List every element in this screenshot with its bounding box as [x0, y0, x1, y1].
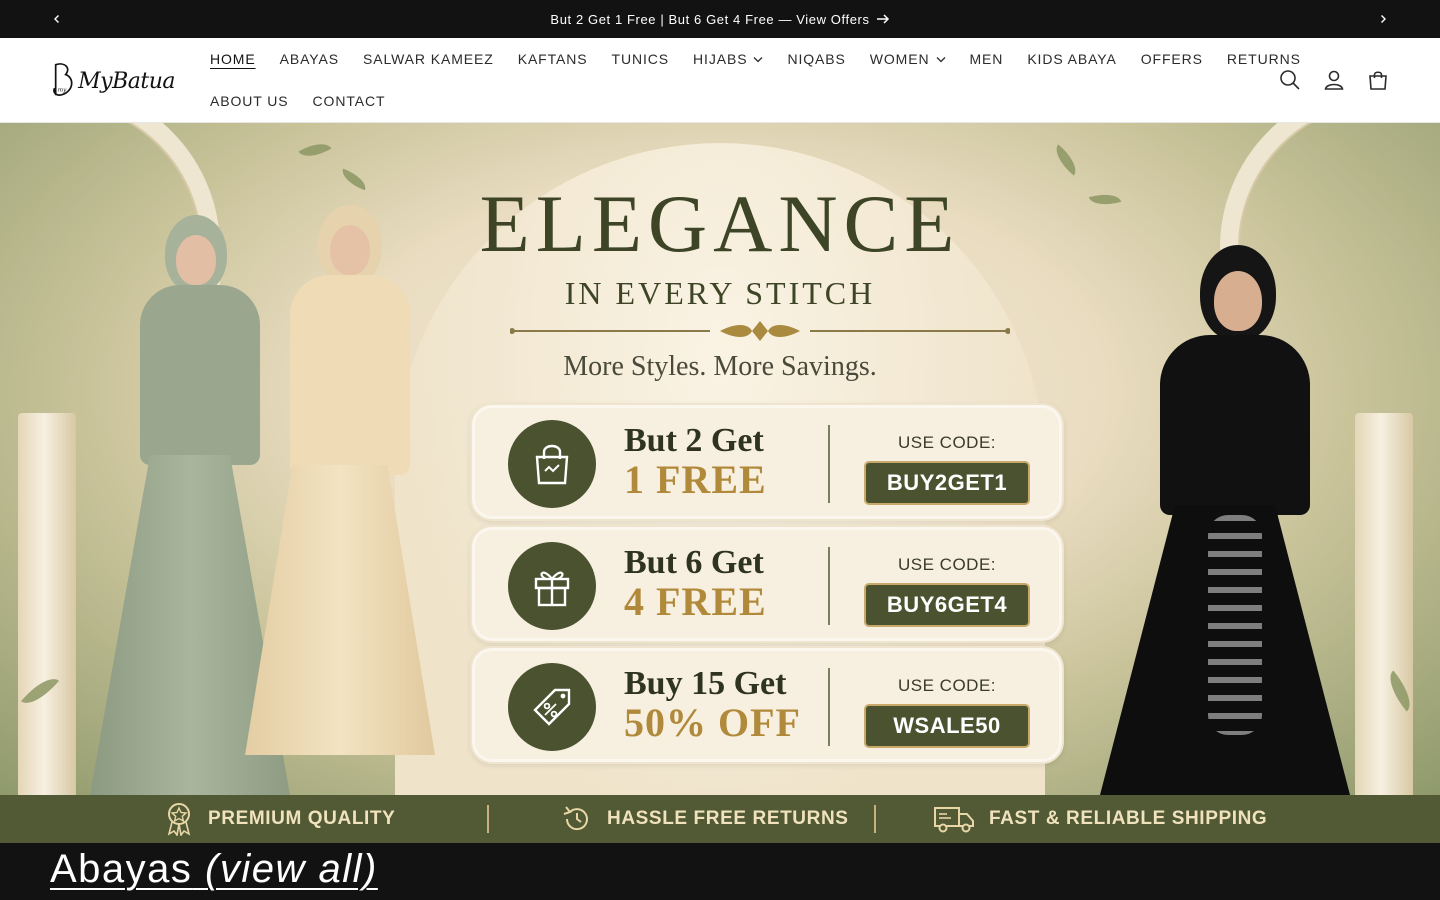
- chevron-left-icon: [54, 15, 59, 23]
- nav-item-tunics[interactable]: TUNICS: [600, 51, 682, 67]
- search-button[interactable]: [1274, 58, 1306, 102]
- nav-item-salwar-kameez[interactable]: SALWAR KAMEEZ: [351, 51, 506, 67]
- nav-item-kaftans[interactable]: KAFTANS: [506, 51, 600, 67]
- nav-item-men[interactable]: MEN: [958, 51, 1016, 67]
- benefit-divider: [874, 805, 876, 833]
- benefit-premium-quality: PREMIUM QUALITY: [164, 795, 395, 843]
- offer-divider: [828, 425, 830, 503]
- offer-code-label: USE CODE:: [897, 555, 997, 574]
- nav-row-secondary: ABOUT US CONTACT: [198, 80, 1248, 122]
- hero-title: ELEGANCE: [479, 178, 961, 269]
- header-actions: [1274, 58, 1394, 102]
- collection-section-header: Abayas (view all): [0, 843, 1440, 900]
- benefits-strip: PREMIUM QUALITY HASSLE FREE RETURNS FAST…: [0, 795, 1440, 843]
- nav-item-kids-abaya[interactable]: KIDS ABAYA: [1015, 51, 1128, 67]
- benefit-hassle-free-returns: HASSLE FREE RETURNS: [561, 795, 849, 843]
- collection-title: Abayas: [50, 847, 193, 891]
- offer-code: WSALE50: [864, 704, 1030, 748]
- chevron-down-icon: [936, 56, 946, 63]
- delivery-truck-icon: [934, 807, 974, 833]
- benefit-label: PREMIUM QUALITY: [208, 808, 396, 829]
- view-all-link[interactable]: (view all): [205, 847, 378, 891]
- announcement-link[interactable]: But 2 Get 1 Free | But 6 Get 4 Free — Vi…: [550, 12, 889, 27]
- nav-item-niqabs[interactable]: NIQABS: [775, 51, 857, 67]
- offer-badge: [508, 542, 596, 630]
- account-button[interactable]: [1318, 58, 1350, 102]
- cart-button[interactable]: [1362, 58, 1394, 102]
- brand-logo-link[interactable]: my MyBatua: [50, 52, 175, 110]
- hero-tagline: More Styles. More Savings.: [563, 351, 877, 382]
- benefit-label: FAST & RELIABLE SHIPPING: [989, 808, 1268, 829]
- hero-subtitle: IN EVERY STITCH: [564, 275, 876, 311]
- offer-text: But 2 Get 1 FREE: [624, 422, 767, 502]
- offer-code-label: USE CODE:: [897, 676, 997, 695]
- brand-logo-mark: my: [53, 63, 73, 96]
- chevron-right-icon: [1381, 15, 1386, 23]
- decorative-column-left: [18, 413, 76, 795]
- nav-item-offers[interactable]: OFFERS: [1129, 51, 1215, 67]
- decorative-leaf: [298, 136, 332, 164]
- svg-text:my: my: [58, 88, 67, 94]
- offer-text: But 6 Get 4 FREE: [624, 544, 767, 624]
- announcement-text: But 2 Get 1 Free | But 6 Get 4 Free — Vi…: [550, 11, 870, 27]
- nav-item-about-us[interactable]: ABOUT US: [198, 93, 301, 109]
- decorative-column-right: [1355, 413, 1413, 795]
- discount-tag-icon: [533, 688, 571, 726]
- hero-headline: ELEGANCE IN EVERY STITCH: [400, 183, 1040, 312]
- announcement-bar: But 2 Get 1 Free | But 6 Get 4 Free — Vi…: [0, 0, 1440, 38]
- offer-code-label: USE CODE:: [897, 433, 997, 452]
- offer-divider: [828, 547, 830, 625]
- offer-card-wsale50: Buy 15 Get 50% OFF USE CODE: WSALE50: [470, 646, 1064, 764]
- user-icon: [1324, 70, 1344, 90]
- offer-code: BUY6GET4: [864, 583, 1030, 627]
- nav-item-contact[interactable]: CONTACT: [301, 93, 398, 109]
- nav-item-women[interactable]: WOMEN: [858, 51, 958, 67]
- benefit-fast-shipping: FAST & RELIABLE SHIPPING: [933, 795, 1267, 843]
- site-header: my MyBatua HOME ABAYAS SALWAR KAMEEZ KAF…: [0, 38, 1440, 123]
- main-navigation: HOME ABAYAS SALWAR KAMEEZ KAFTANS TUNICS…: [198, 38, 1300, 122]
- ornament-divider: [510, 321, 1010, 341]
- nav-item-home[interactable]: HOME: [198, 51, 268, 67]
- offer-card-buy2get1: But 2 Get 1 FREE USE CODE: BUY2GET1: [470, 403, 1064, 521]
- announcement-next-button[interactable]: [1364, 0, 1402, 38]
- nav-item-abayas[interactable]: ABAYAS: [268, 51, 351, 67]
- gift-icon: [534, 571, 570, 607]
- nav-row-primary: HOME ABAYAS SALWAR KAMEEZ KAFTANS TUNICS…: [198, 38, 1300, 80]
- return-arrow-icon: [563, 806, 588, 831]
- arrow-right-icon: [876, 14, 889, 24]
- collection-title-link[interactable]: Abayas (view all): [50, 847, 378, 892]
- offer-text: Buy 15 Get 50% OFF: [624, 665, 801, 745]
- offer-card-buy6get4: But 6 Get 4 FREE USE CODE: BUY6GET4: [470, 525, 1064, 643]
- award-badge-icon: [167, 803, 191, 836]
- benefit-divider: [487, 805, 489, 833]
- decorative-leaf: [1049, 144, 1083, 176]
- search-icon: [1280, 70, 1300, 90]
- model-black-embroidered-abaya: [1090, 185, 1350, 795]
- nav-item-hijabs[interactable]: HIJABS: [681, 51, 775, 67]
- offer-badge: [508, 420, 596, 508]
- hero-banner[interactable]: ELEGANCE IN EVERY STITCH More Styles. Mo…: [0, 123, 1440, 795]
- offer-badge: [508, 663, 596, 751]
- chevron-down-icon: [753, 56, 763, 63]
- shopping-bag-icon: [1369, 71, 1387, 90]
- announcement-previous-button[interactable]: [38, 0, 76, 38]
- brand-name: MyBatua: [78, 68, 175, 94]
- offer-code: BUY2GET1: [864, 461, 1030, 505]
- benefit-label: HASSLE FREE RETURNS: [607, 808, 849, 829]
- offer-divider: [828, 668, 830, 746]
- decorative-leaf: [338, 168, 370, 191]
- shopping-bag-icon: [535, 444, 569, 485]
